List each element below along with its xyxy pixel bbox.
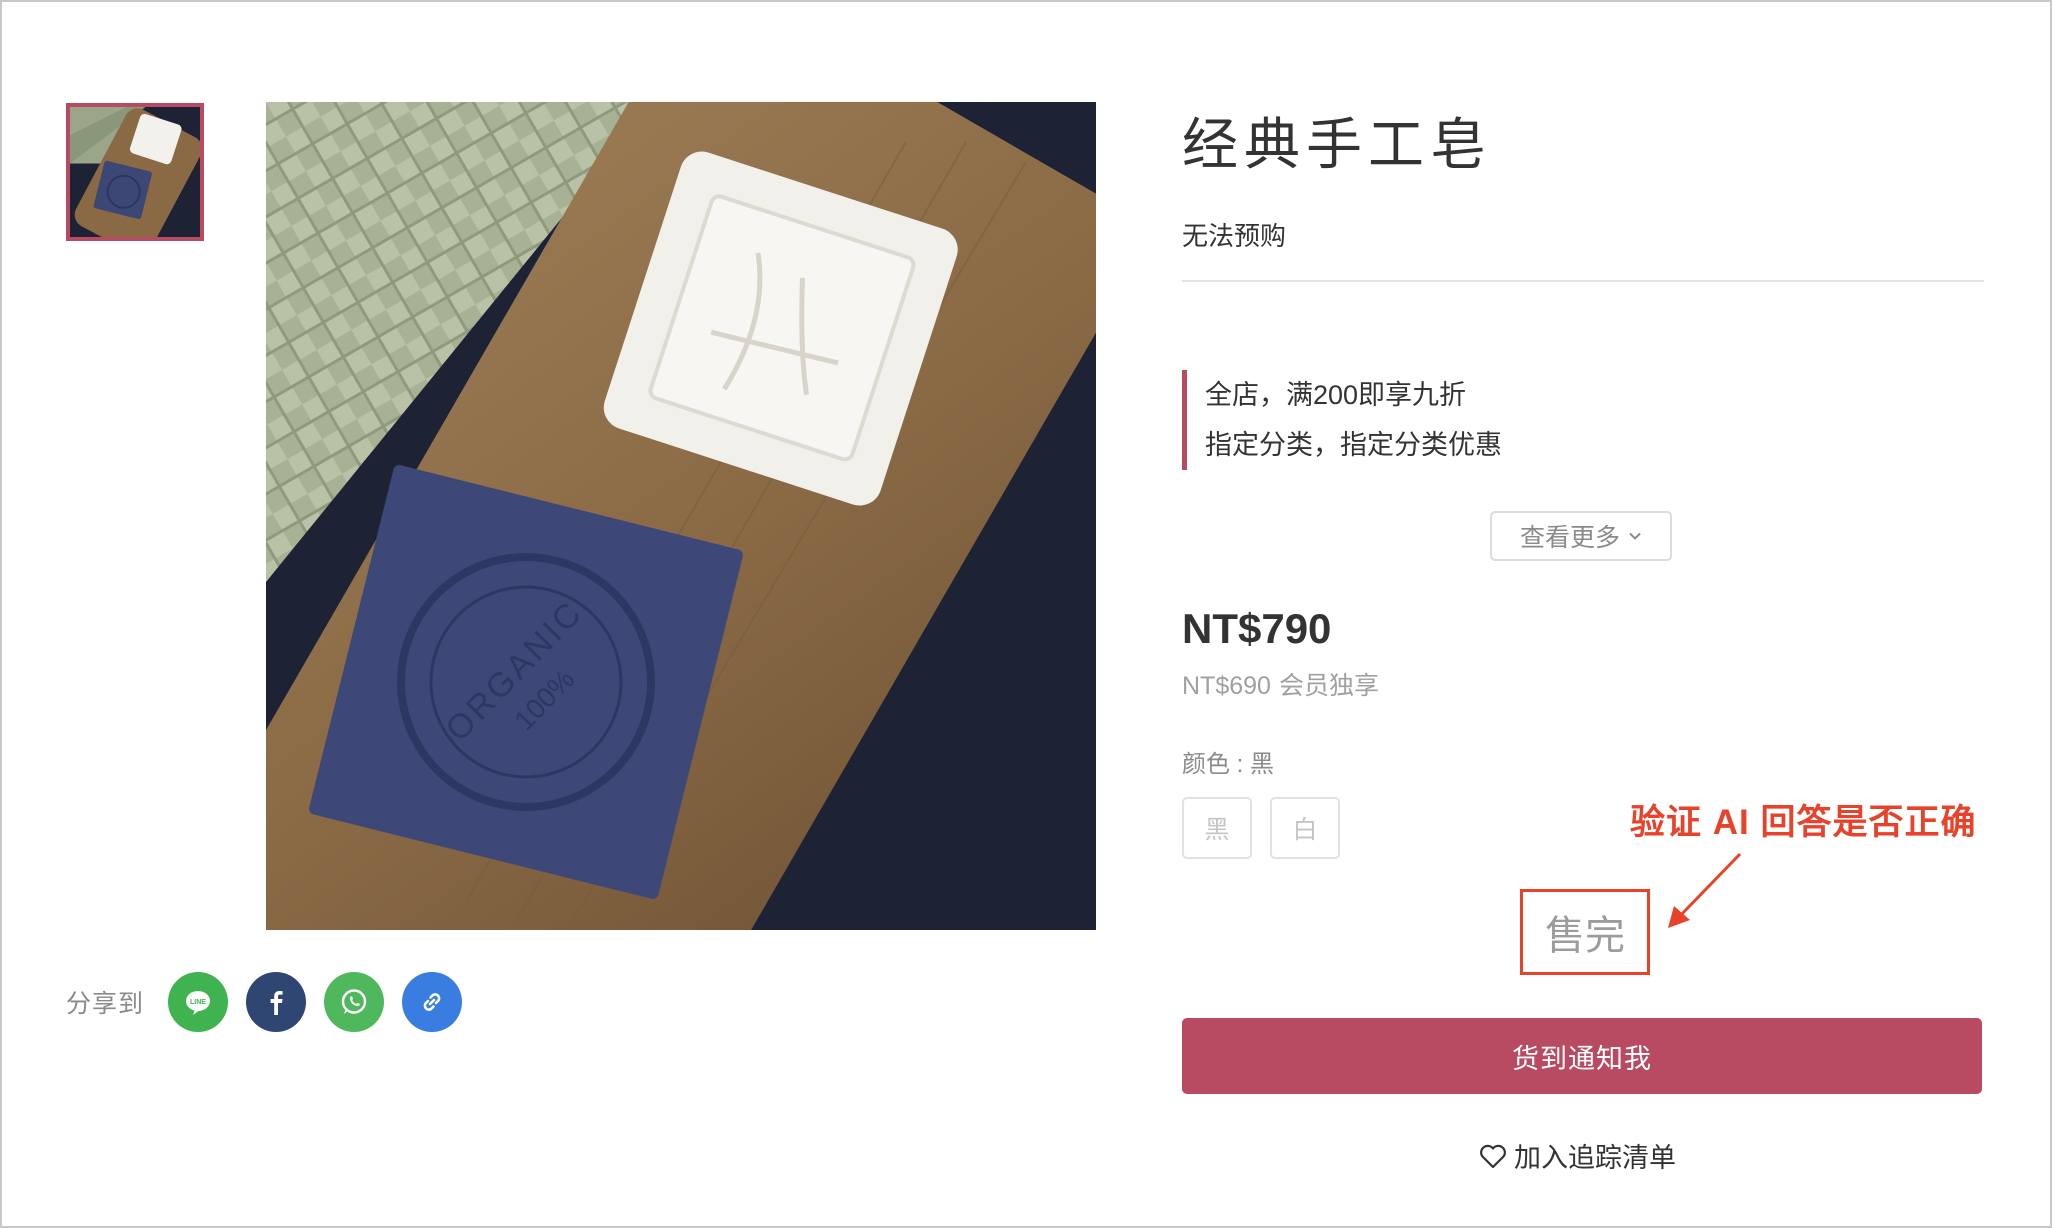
wishlist-label: 加入追踪清单 xyxy=(1514,1143,1676,1173)
product-thumbnail[interactable] xyxy=(66,103,204,241)
share-line-button[interactable]: LINE xyxy=(168,972,229,1032)
share-label: 分享到 xyxy=(66,990,145,1018)
share-whatsapp-button[interactable] xyxy=(324,972,385,1032)
variant-option-white[interactable]: 白 xyxy=(1270,797,1340,859)
variant-option-black[interactable]: 黑 xyxy=(1182,797,1252,859)
promotion-list: 全店，满200即享九折 指定分类，指定分类优惠 xyxy=(1182,370,1502,470)
product-price: NT$790 xyxy=(1182,605,1332,652)
whatsapp-icon xyxy=(341,989,367,1014)
member-price-label: 会员独享 xyxy=(1278,672,1379,700)
promotion-item: 全店，满200即享九折 xyxy=(1205,380,1467,410)
divider xyxy=(1182,280,1984,282)
variant-label: 颜色 : 黑 xyxy=(1182,751,1275,778)
share-row: 分享到 LINE xyxy=(66,970,480,1034)
view-more-label: 查看更多 xyxy=(1519,524,1620,552)
notify-me-button[interactable]: 货到通知我 xyxy=(1182,1018,1982,1094)
annotation-arrow xyxy=(1668,852,1742,928)
variant-options: 黑 白 xyxy=(1182,797,1358,859)
view-more-button[interactable]: 查看更多 xyxy=(1490,511,1672,561)
member-price-value: NT$690 xyxy=(1182,672,1271,700)
add-to-wishlist-button[interactable]: 加入追踪清单 xyxy=(1478,1136,1676,1175)
sold-out-label: 售完 xyxy=(1520,889,1650,975)
line-icon-text: LINE xyxy=(190,999,206,1006)
link-icon xyxy=(423,993,441,1011)
product-title: 经典手工皂 xyxy=(1182,113,1492,176)
annotation-text: 验证 AI 回答是否正确 xyxy=(1630,803,1977,842)
share-link-button[interactable] xyxy=(402,972,463,1032)
member-price: NT$690 会员独享 xyxy=(1182,666,1379,702)
heart-icon xyxy=(1480,1144,1506,1168)
chevron-down-icon xyxy=(1629,532,1641,540)
share-facebook-button[interactable] xyxy=(246,972,307,1032)
preorder-status: 无法预购 xyxy=(1182,221,1287,251)
line-icon: LINE xyxy=(186,991,211,1015)
facebook-icon xyxy=(270,991,283,1015)
promotion-item: 指定分类，指定分类优惠 xyxy=(1205,430,1502,460)
product-main-image[interactable]: ORGANIC 100% xyxy=(266,102,1096,930)
